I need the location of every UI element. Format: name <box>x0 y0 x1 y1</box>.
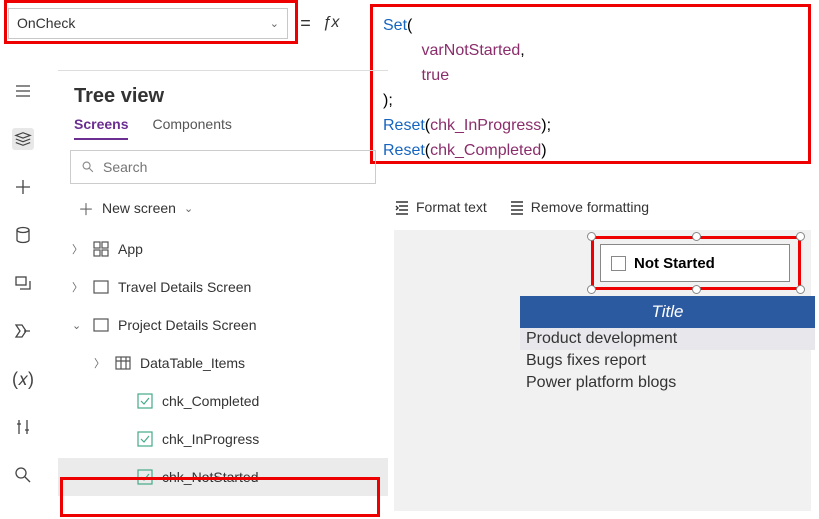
remove-formatting-button[interactable]: Remove formatting <box>509 199 649 215</box>
data-table[interactable]: Title Product development Bugs fixes rep… <box>520 296 815 394</box>
chevron-down-icon: ⌄ <box>270 17 279 30</box>
tree-node-travel[interactable]: 〉 Travel Details Screen <box>58 268 388 306</box>
search-icon <box>81 160 95 174</box>
search-rail-icon[interactable] <box>12 464 34 486</box>
plus-icon: ＋ <box>78 196 94 220</box>
expand-icon[interactable]: 〉 <box>72 279 84 295</box>
table-icon <box>114 354 132 372</box>
tree-search[interactable] <box>70 150 376 184</box>
checkbox-not-started[interactable]: Not Started <box>600 244 790 282</box>
checkbox-icon <box>136 430 154 448</box>
flow-icon[interactable] <box>12 320 34 342</box>
table-header: Title <box>520 296 815 328</box>
indent-icon <box>394 199 410 215</box>
data-icon[interactable] <box>12 224 34 246</box>
hamburger-icon[interactable] <box>12 80 34 102</box>
property-dropdown[interactable]: OnCheck ⌄ <box>8 8 288 39</box>
chevron-down-icon: ⌄ <box>184 202 193 215</box>
tree-node-app[interactable]: 〉 App <box>58 230 388 268</box>
more-icon[interactable]: ··· <box>352 469 372 485</box>
screen-icon <box>92 316 110 334</box>
tree-panel: Tree view Screens Components ＋ New scree… <box>58 70 388 519</box>
table-row[interactable]: Power platform blogs <box>520 372 815 394</box>
tab-screens[interactable]: Screens <box>74 116 128 140</box>
plus-icon[interactable] <box>12 176 34 198</box>
expand-icon[interactable]: 〉 <box>72 241 84 257</box>
screen-icon <box>92 278 110 296</box>
tree-node-chk-notstarted[interactable]: chk_NotStarted ··· <box>58 458 388 496</box>
fx-icon: ƒx <box>323 14 340 32</box>
canvas[interactable]: Not Started Title Product development Bu… <box>394 230 811 511</box>
tree-node-chk-inprogress[interactable]: chk_InProgress <box>58 420 388 458</box>
media-icon[interactable] <box>12 272 34 294</box>
format-text-button[interactable]: Format text <box>394 199 487 215</box>
tree-node-datatable[interactable]: 〉 DataTable_Items <box>58 344 388 382</box>
expand-icon[interactable]: 〉 <box>94 355 106 371</box>
left-rail: (𝑥) <box>0 70 46 519</box>
formula-editor[interactable]: Set( varNotStarted, true ); Reset(chk_In… <box>370 4 811 164</box>
checkbox-box-icon[interactable] <box>611 256 626 271</box>
table-row[interactable]: Bugs fixes report <box>520 350 815 372</box>
collapse-icon[interactable]: ⌄ <box>72 319 84 332</box>
search-input[interactable] <box>103 159 365 175</box>
outdent-icon <box>509 199 525 215</box>
variables-icon[interactable]: (𝑥) <box>12 368 34 390</box>
property-dropdown-label: OnCheck <box>17 15 75 31</box>
tree-node-chk-completed[interactable]: chk_Completed <box>58 382 388 420</box>
tree-view-icon[interactable] <box>12 128 34 150</box>
table-row[interactable]: Product development <box>520 328 815 350</box>
tree-node-project[interactable]: ⌄ Project Details Screen <box>58 306 388 344</box>
tree-title: Tree view <box>58 71 388 116</box>
checkbox-icon <box>136 392 154 410</box>
tools-icon[interactable] <box>12 416 34 438</box>
tree-tabs: Screens Components <box>58 116 388 150</box>
tab-components[interactable]: Components <box>152 116 231 140</box>
app-icon <box>92 240 110 258</box>
equals-label: = <box>300 13 311 34</box>
checkbox-icon <box>136 468 154 486</box>
new-screen-button[interactable]: ＋ New screen ⌄ <box>58 184 388 230</box>
format-bar: Format text Remove formatting <box>394 192 649 222</box>
